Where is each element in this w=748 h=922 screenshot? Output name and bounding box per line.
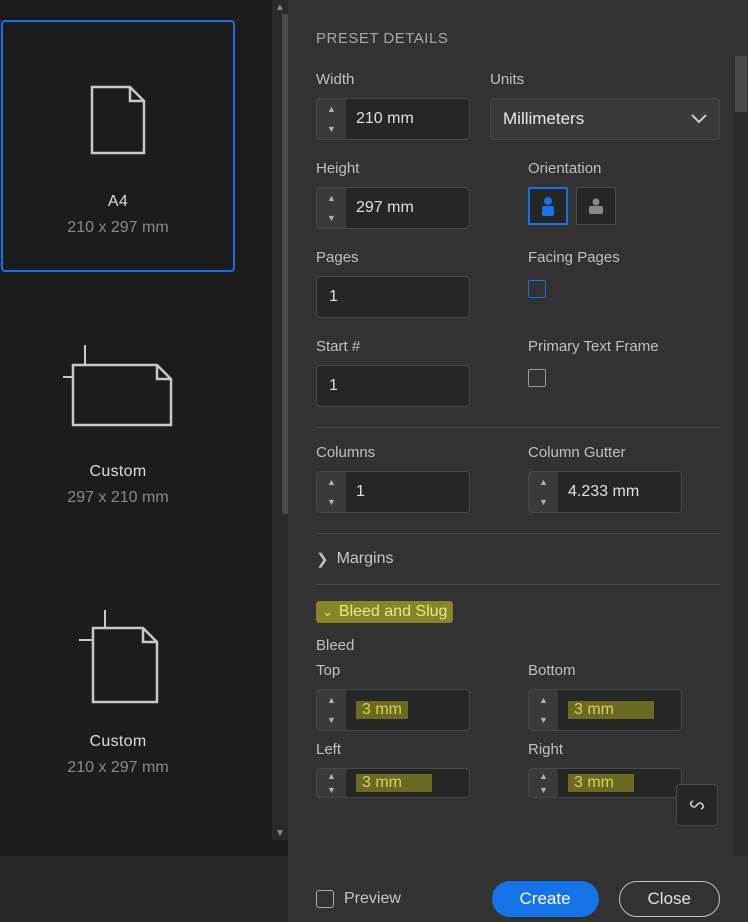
preset-scrollbar[interactable]: ▲ ▼ (272, 0, 288, 840)
bleed-slug-disclosure[interactable]: ⌄ Bleed and Slug (316, 601, 720, 623)
gutter-input[interactable]: ▲▼ 4.233 mm (528, 471, 682, 513)
units-label: Units (490, 71, 720, 88)
orientation-label: Orientation (528, 160, 720, 177)
preset-custom-2[interactable]: Custom 210 x 297 mm (1, 560, 235, 812)
create-button[interactable]: Create (492, 881, 599, 917)
spin-down-icon[interactable]: ▼ (317, 710, 346, 730)
bleed-top-input[interactable]: ▲▼ 3 mm (316, 689, 470, 731)
divider (316, 533, 720, 534)
start-input[interactable]: 1 (316, 365, 470, 407)
divider (316, 427, 720, 428)
start-label: Start # (316, 338, 508, 355)
preset-title: Custom (90, 733, 147, 751)
height-input[interactable]: ▲▼ 297 mm (316, 187, 470, 229)
bleed-left-input[interactable]: ▲▼ 3 mm (316, 768, 470, 798)
bleed-bottom-input[interactable]: ▲▼ 3 mm (528, 689, 682, 731)
spin-down-icon[interactable]: ▼ (317, 208, 346, 228)
footer: Preview Create Close (288, 876, 748, 922)
chevron-right-icon: ❯ (316, 550, 329, 568)
spin-up-icon[interactable]: ▲ (317, 188, 346, 208)
preset-dims: 210 x 297 mm (67, 219, 168, 237)
facing-pages-label: Facing Pages (528, 249, 720, 266)
ptf-label: Primary Text Frame (528, 338, 720, 355)
columns-input[interactable]: ▲▼ 1 (316, 471, 470, 513)
spin-down-icon[interactable]: ▼ (317, 783, 346, 797)
bleed-top-label: Top (316, 662, 508, 679)
bleed-bottom-value[interactable]: 3 mm (558, 689, 682, 731)
link-values-button[interactable] (676, 784, 718, 826)
height-label: Height (316, 160, 508, 177)
preview-label: Preview (344, 890, 401, 908)
columns-label: Columns (316, 444, 508, 461)
divider (316, 584, 720, 585)
preset-dims: 210 x 297 mm (67, 759, 168, 777)
spin-up-icon[interactable]: ▲ (529, 690, 558, 710)
preset-dims: 297 x 210 mm (67, 489, 168, 507)
orientation-portrait[interactable] (528, 187, 568, 225)
spin-up-icon[interactable]: ▲ (317, 99, 346, 119)
bottom-strip (0, 856, 288, 922)
bleed-right-input[interactable]: ▲▼ 3 mm (528, 768, 682, 798)
page-portrait-icon (73, 595, 163, 725)
spin-up-icon[interactable]: ▲ (317, 690, 346, 710)
detail-scrollbar[interactable] (734, 56, 748, 856)
spin-down-icon[interactable]: ▼ (317, 492, 346, 512)
chevron-down-icon: ⌄ (322, 604, 333, 620)
preset-title: A4 (108, 193, 128, 211)
spin-down-icon[interactable]: ▼ (529, 783, 558, 797)
width-label: Width (316, 71, 470, 88)
pages-label: Pages (316, 249, 508, 266)
gutter-value[interactable]: 4.233 mm (558, 471, 682, 513)
scroll-thumb[interactable] (735, 56, 747, 112)
spin-down-icon[interactable]: ▼ (317, 119, 346, 139)
facing-pages-checkbox[interactable] (528, 280, 546, 298)
preset-list: A4 210 x 297 mm Custom 297 x 210 mm Cust… (0, 0, 288, 922)
scroll-up-icon[interactable]: ▲ (275, 0, 285, 14)
bleed-right-label: Right (528, 741, 720, 758)
preset-a4[interactable]: A4 210 x 297 mm (1, 20, 235, 272)
spin-down-icon[interactable]: ▼ (529, 492, 558, 512)
chevron-down-icon (691, 114, 707, 124)
units-value: Millimeters (503, 109, 584, 129)
width-input[interactable]: ▲▼ 210 mm (316, 98, 470, 140)
bleed-label: Bleed (316, 637, 720, 654)
bleed-right-value[interactable]: 3 mm (558, 768, 682, 798)
pages-input[interactable]: 1 (316, 276, 470, 318)
spin-up-icon[interactable]: ▲ (317, 472, 346, 492)
preview-checkbox[interactable]: Preview (316, 890, 401, 908)
height-value[interactable]: 297 mm (346, 187, 470, 229)
bleed-left-label: Left (316, 741, 508, 758)
scroll-down-icon[interactable]: ▼ (275, 826, 285, 840)
margins-label: Margins (337, 550, 394, 568)
panel-title: PRESET DETAILS (316, 30, 720, 47)
orientation-landscape[interactable] (576, 187, 616, 225)
page-landscape-icon (63, 325, 173, 455)
units-select[interactable]: Millimeters (490, 98, 720, 140)
close-button[interactable]: Close (619, 881, 720, 917)
bleed-bottom-label: Bottom (528, 662, 720, 679)
preset-custom-1[interactable]: Custom 297 x 210 mm (1, 290, 235, 542)
spin-down-icon[interactable]: ▼ (529, 710, 558, 730)
bleed-top-value[interactable]: 3 mm (346, 689, 470, 731)
spin-up-icon[interactable]: ▲ (317, 769, 346, 783)
bleed-slug-label: Bleed and Slug (339, 603, 448, 621)
spin-up-icon[interactable]: ▲ (529, 769, 558, 783)
bleed-left-value[interactable]: 3 mm (346, 768, 470, 798)
gutter-label: Column Gutter (528, 444, 720, 461)
details-panel: PRESET DETAILS Width ▲▼ 210 mm Units Mil… (288, 0, 748, 922)
checkbox-icon (316, 890, 334, 908)
spin-up-icon[interactable]: ▲ (529, 472, 558, 492)
page-icon (90, 55, 146, 185)
ptf-checkbox[interactable] (528, 369, 546, 387)
link-icon (687, 795, 707, 815)
columns-value[interactable]: 1 (346, 471, 470, 513)
preset-title: Custom (90, 463, 147, 481)
margins-disclosure[interactable]: ❯ Margins (316, 550, 720, 568)
width-value[interactable]: 210 mm (346, 98, 470, 140)
